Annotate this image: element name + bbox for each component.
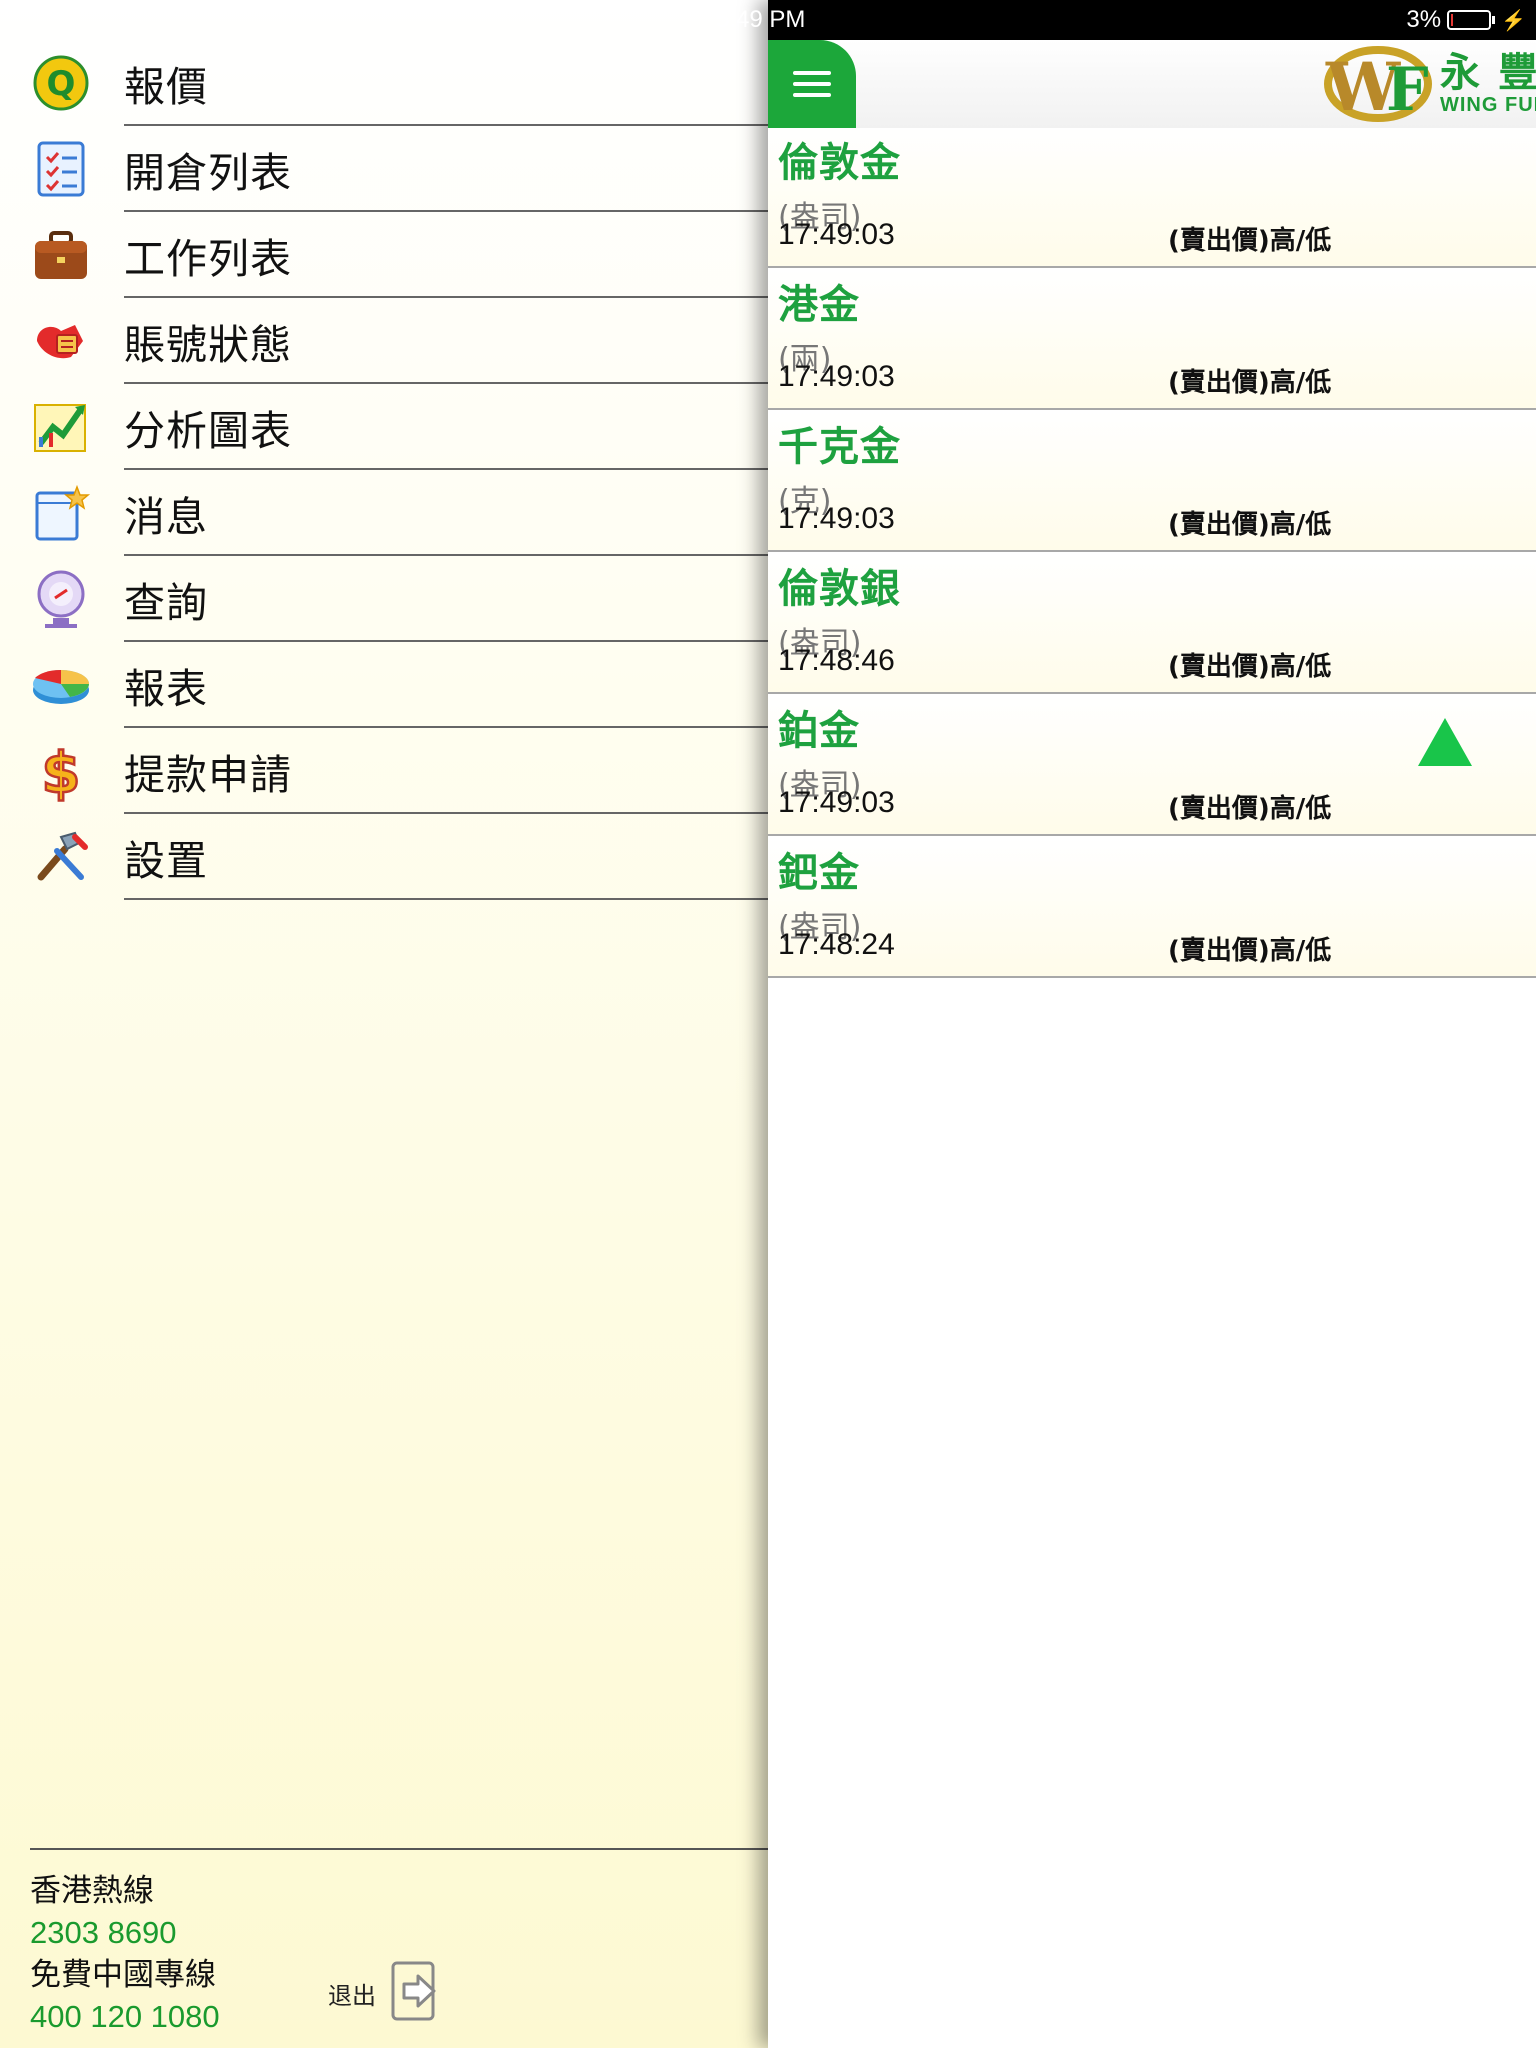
quote-time: 17:48:46	[778, 644, 895, 677]
menu-item-open-positions[interactable]: 開倉列表	[0, 126, 768, 212]
quote-time: 17:48:24	[778, 928, 895, 961]
menu-item-label: 報表	[124, 665, 208, 713]
quote-high-low-label: (賣出價)高/低	[1168, 368, 1332, 398]
menu-item-report[interactable]: 報表	[0, 642, 768, 728]
wf-logo-mark: W F	[1316, 44, 1434, 126]
quote-name: 鉑金	[778, 708, 860, 754]
quote-high-low-label: (賣出價)高/低	[1168, 794, 1332, 824]
dollar-icon: $	[30, 740, 92, 802]
quote-high-low-label: (賣出價)高/低	[1168, 652, 1332, 682]
quote-row-palladium[interactable]: 鈀金 (盎司) 17:48:24 (賣出價)高/低	[768, 838, 1536, 978]
quote-name: 千克金	[778, 424, 901, 470]
menu-item-label: 查詢	[124, 579, 208, 627]
quote-time: 17:49:03	[778, 502, 895, 535]
divider	[124, 898, 768, 900]
quote-row-london-silver[interactable]: 倫敦銀 (盎司) 17:48:46 (賣出價)高/低	[768, 554, 1536, 694]
hamburger-icon	[793, 64, 831, 104]
charging-bolt-icon: ⚡	[1501, 9, 1526, 32]
quote-name: 倫敦金	[778, 140, 901, 186]
app-header: W F 永豐 WING FUNG	[768, 40, 1536, 129]
logo-text: 永豐 WING FUNG	[1440, 52, 1536, 117]
menu-item-settings[interactable]: 設置	[0, 814, 768, 900]
quote-row-london-gold[interactable]: 倫敦金 (盎司) 17:49:03 (賣出價)高/低	[768, 128, 1536, 268]
menu-item-label: 分析圖表	[124, 407, 292, 455]
battery-icon	[1447, 10, 1496, 30]
menu-item-label: 提款申請	[124, 751, 292, 799]
logout-icon	[390, 1960, 442, 2026]
hotline-info: 香港熱線 2303 8690 免費中國專線 400 120 1080	[30, 1870, 220, 2038]
enquiry-globe-icon	[30, 568, 92, 630]
status-time: 5:49 PM	[716, 6, 806, 33]
quote-name: 鈀金	[778, 850, 860, 896]
hamburger-menu-button[interactable]	[768, 40, 856, 128]
menu-item-account-status[interactable]: 賬號狀態	[0, 298, 768, 384]
price-up-arrow-icon	[1418, 718, 1472, 766]
china-hotline-number[interactable]: 400 120 1080	[30, 1996, 220, 2038]
svg-text:F: F	[1386, 55, 1429, 124]
main-panel: 5:49 PM 3% ⚡ W F 永豐 WING	[716, 0, 1536, 2048]
logout-button[interactable]: 退出	[328, 1960, 442, 2026]
quote-high-low-label: (賣出價)高/低	[1168, 226, 1332, 256]
hk-hotline-label: 香港熱線	[30, 1873, 154, 1909]
report-pie-icon	[30, 654, 92, 716]
quote-time: 17:49:03	[778, 360, 895, 393]
menu-item-enquiry[interactable]: 查詢	[0, 556, 768, 642]
account-status-icon	[30, 310, 92, 372]
menu-item-quote[interactable]: Q 報價	[0, 40, 768, 126]
quote-high-low-label: (賣出價)高/低	[1168, 510, 1332, 540]
menu-item-label: 賬號狀態	[124, 321, 292, 369]
settings-tools-icon	[30, 826, 92, 888]
quote-time: 17:49:03	[778, 786, 895, 819]
menu-item-label: 消息	[124, 493, 208, 541]
menu-list: Q 報價 開倉列表 工作列表 賬號狀態 分析圖表 消息 查詢 報表 $ 提款申請…	[0, 40, 768, 900]
quote-row-kilo-gold[interactable]: 千克金 (克) 17:49:03 (賣出價)高/低	[768, 412, 1536, 552]
logout-label: 退出	[328, 1981, 376, 2010]
battery-percent: 3%	[1406, 6, 1442, 33]
menu-item-label: 設置	[124, 837, 208, 885]
logo-chinese: 永豐	[1440, 49, 1536, 96]
battery-level-fill	[1451, 14, 1454, 26]
quote-name: 倫敦銀	[778, 566, 901, 612]
quote-row-hk-gold[interactable]: 港金 (兩) 17:49:03 (賣出價)高/低	[768, 270, 1536, 410]
quote-high-low-label: (賣出價)高/低	[1168, 936, 1332, 966]
hk-hotline-number[interactable]: 2303 8690	[30, 1912, 220, 1954]
quote-name: 港金	[778, 282, 860, 328]
china-hotline-label: 免費中國專線	[30, 1957, 216, 1993]
status-bar: 5:49 PM 3% ⚡	[716, 0, 1536, 40]
side-footer: 香港熱線 2303 8690 免費中國專線 400 120 1080 退出	[30, 1848, 768, 2034]
checklist-icon	[30, 138, 92, 200]
menu-item-news[interactable]: 消息	[0, 470, 768, 556]
analysis-chart-icon	[30, 396, 92, 458]
battery-indicator: 3% ⚡	[1406, 6, 1526, 34]
side-menu: Q 報價 開倉列表 工作列表 賬號狀態 分析圖表 消息 查詢 報表 $ 提款申請…	[0, 0, 768, 2048]
briefcase-icon	[30, 224, 92, 286]
menu-item-work-list[interactable]: 工作列表	[0, 212, 768, 298]
wing-fung-logo: W F 永豐 WING FUNG	[1316, 40, 1536, 128]
svg-text:$: $	[42, 741, 81, 802]
menu-item-label: 工作列表	[124, 235, 292, 283]
quote-q-icon: Q	[30, 52, 92, 114]
news-message-icon	[30, 482, 92, 544]
menu-item-label: 開倉列表	[124, 149, 292, 197]
quote-row-platinum[interactable]: 鉑金 (盎司) 17:49:03 (賣出價)高/低	[768, 696, 1536, 836]
svg-text:Q: Q	[47, 64, 76, 104]
menu-item-label: 報價	[124, 63, 208, 111]
logo-english: WING FUNG	[1440, 93, 1536, 116]
menu-item-withdrawal[interactable]: $ 提款申請	[0, 728, 768, 814]
menu-item-analysis-chart[interactable]: 分析圖表	[0, 384, 768, 470]
quote-list: 倫敦金 (盎司) 17:49:03 (賣出價)高/低 港金 (兩) 17:49:…	[768, 128, 1536, 980]
quote-time: 17:49:03	[778, 218, 895, 251]
